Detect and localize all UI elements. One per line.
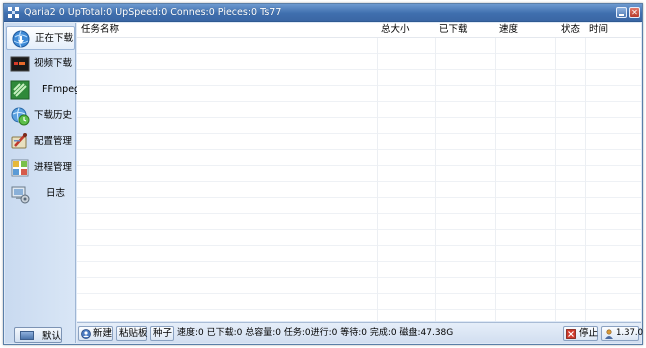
sidebar-item-downloading[interactable]: 正在下载: [6, 26, 75, 50]
sidebar-item-log[interactable]: 日志: [6, 182, 75, 206]
stop-button[interactable]: 停止: [563, 326, 598, 341]
new-task-label: 新建: [93, 328, 113, 339]
user-icon: [605, 329, 613, 339]
sidebar-item-label: 正在下载: [35, 33, 74, 44]
version-button[interactable]: 1.37.0: [601, 326, 643, 341]
table-header: 任务名称 总大小 已下载 速度 状态 时间: [77, 23, 641, 38]
column-header-status[interactable]: 状态: [561, 24, 580, 36]
globe-download-icon: [12, 30, 30, 48]
default-button[interactable]: 默认: [14, 327, 62, 343]
sidebar-item-label: 进程管理: [34, 162, 73, 173]
column-divider: [555, 23, 556, 321]
app-logo-icon: [8, 7, 19, 18]
new-task-button[interactable]: 新建: [78, 326, 113, 341]
close-icon: ✕: [631, 8, 638, 17]
sidebar-item-video-download[interactable]: 视频下载: [6, 52, 75, 76]
sidebar-item-process[interactable]: 进程管理: [6, 156, 75, 180]
torrent-seed-label: 种子: [153, 328, 173, 339]
history-globe-icon: [11, 107, 30, 126]
task-list[interactable]: 任务名称 总大小 已下载 速度 状态 时间: [77, 23, 641, 321]
sidebar-item-ffmpeg[interactable]: FFmpeg: [6, 78, 80, 102]
column-divider: [377, 23, 378, 321]
column-header-downloaded[interactable]: 已下载: [439, 24, 468, 36]
window-title: Qaria2 0 UpTotal:0 UpSpeed:0 Connes:0 Pi…: [24, 7, 282, 18]
column-header-time[interactable]: 时间: [589, 24, 608, 36]
video-player-icon: [10, 56, 30, 72]
status-summary: 速度:0 已下载:0 总容量:0 任务:0进行:0 等待:0 完成:0 磁盘:4…: [177, 328, 454, 338]
column-divider: [495, 23, 496, 321]
column-header-speed[interactable]: 速度: [499, 24, 518, 36]
log-computer-icon: [11, 186, 30, 204]
new-icon: [81, 329, 91, 339]
sidebar-item-label: 配置管理: [34, 136, 73, 147]
close-button[interactable]: ✕: [629, 7, 640, 18]
sidebar-item-label: 日志: [46, 188, 66, 199]
ffmpeg-logo-icon: [10, 80, 30, 100]
sidebar: 正在下载 视频下载 FFmpeg 下载历史 配置管理 进程管理 日志 默认: [5, 23, 80, 343]
torrent-seed-button[interactable]: 种子: [150, 326, 174, 341]
column-divider: [435, 23, 436, 321]
minimize-button[interactable]: [616, 7, 627, 18]
process-grid-icon: [11, 159, 29, 177]
column-header-total-size[interactable]: 总大小: [381, 24, 410, 36]
default-button-label: 默认: [42, 331, 62, 342]
default-swatch-icon: [20, 330, 34, 340]
sidebar-item-label: 视频下载: [34, 58, 73, 69]
version-label: 1.37.0: [616, 328, 644, 338]
title-bar: Qaria2 0 UpTotal:0 UpSpeed:0 Connes:0 Pi…: [4, 4, 642, 22]
settings-tools-icon: [11, 133, 27, 149]
sidebar-item-label: 下载历史: [34, 110, 73, 121]
app-window: Qaria2 0 UpTotal:0 UpSpeed:0 Connes:0 Pi…: [3, 3, 643, 345]
sidebar-item-config[interactable]: 配置管理: [6, 130, 75, 154]
sidebar-item-label: FFmpeg: [42, 84, 81, 95]
stop-icon: [566, 329, 576, 339]
paste-clipboard-button[interactable]: 粘贴板: [116, 326, 148, 341]
minimize-icon: [619, 14, 624, 16]
stop-label: 停止: [579, 328, 599, 339]
sidebar-item-history[interactable]: 下载历史: [6, 104, 75, 128]
column-header-name[interactable]: 任务名称: [81, 24, 119, 36]
column-divider: [585, 23, 586, 321]
paste-clipboard-label: 粘贴板: [119, 328, 148, 339]
status-bar: 新建 粘贴板 种子 速度:0 已下载:0 总容量:0 任务:0进行:0 等待:0…: [77, 322, 643, 343]
